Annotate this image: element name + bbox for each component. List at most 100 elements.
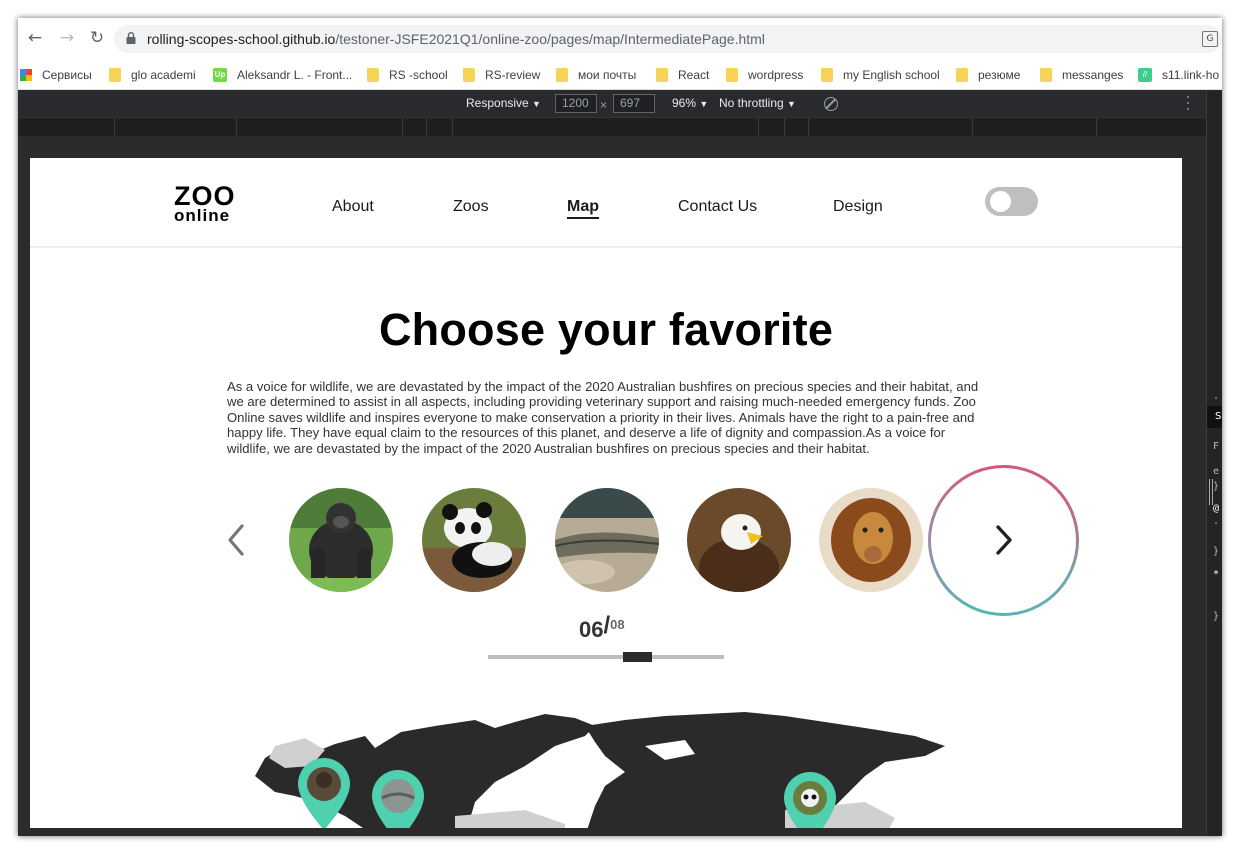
dropdown-caret-icon: ▼ (787, 99, 796, 109)
bookmark-label: wordpress (748, 68, 804, 82)
bookmark-mail[interactable]: мои почты (556, 66, 636, 84)
url-field[interactable]: rolling-scopes-school.github.io/testoner… (114, 25, 1222, 53)
logo-line-2: online (174, 206, 231, 226)
bookmark-label: мои почты (578, 68, 637, 82)
devtools-side-panel: S . F e } @ . } * } (1206, 91, 1222, 836)
folder-icon (1040, 67, 1052, 82)
folder-icon (821, 67, 833, 82)
animal-card-lion[interactable] (819, 488, 923, 592)
bookmark-label: резюме (978, 68, 1021, 82)
bookmark-label: RS -school (389, 68, 448, 82)
media-query-ruler (18, 117, 1206, 137)
nav-zoos[interactable]: Zoos (453, 198, 489, 216)
page-title: Choose your favorite (378, 304, 834, 355)
apps-grid-icon (20, 68, 32, 81)
slide-range[interactable] (488, 652, 724, 662)
folder-icon (726, 67, 738, 82)
bookmark-label: React (678, 68, 710, 82)
gorilla-image (289, 488, 393, 592)
ruler-divider (402, 118, 403, 137)
throttling-select[interactable]: No throttling ▼ (719, 96, 796, 110)
lion-image (819, 488, 923, 592)
url-host: rolling-scopes-school.github.io (147, 31, 336, 47)
url-path: /testoner-JSFE2021Q1/online-zoo/pages/ma… (335, 31, 765, 47)
height-input[interactable]: 697 (613, 94, 655, 113)
ruler-divider (784, 118, 785, 137)
width-input[interactable]: 1200 (555, 94, 597, 113)
devtools-text: @ (1213, 503, 1220, 514)
dimension-times: × (600, 98, 608, 112)
map-pin-gorilla[interactable] (296, 756, 352, 828)
bookmark-wordpress[interactable]: wordpress (726, 66, 803, 84)
bookmark-glo-academi[interactable]: glo academi (109, 66, 196, 84)
devtools-tab[interactable]: S (1207, 406, 1222, 428)
theme-toggle[interactable] (985, 187, 1038, 216)
nav-about[interactable]: About (332, 198, 374, 216)
back-arrow-icon[interactable]: ← (24, 27, 46, 49)
bookmark-label: my English school (843, 68, 940, 82)
site-header: ZOO online About Zoos Map Contact Us Des… (30, 158, 1182, 248)
bookmark-label: glo academi (131, 68, 196, 82)
rotate-icon[interactable] (824, 97, 838, 111)
devtools-text: e (1213, 466, 1220, 477)
translate-icon[interactable]: G (1202, 31, 1218, 47)
bookmark-aleksandr[interactable]: Up Aleksandr L. - Front... (213, 66, 352, 84)
animal-card-gorilla[interactable] (289, 488, 393, 592)
more-options-icon[interactable]: · · · (1185, 91, 1191, 117)
range-thumb[interactable] (623, 652, 652, 662)
intro-paragraph: As a voice for wildlife, we are devastat… (227, 379, 979, 456)
nav-design[interactable]: Design (833, 198, 883, 216)
bookmark-react[interactable]: React (656, 66, 709, 84)
ruler-divider (236, 118, 237, 137)
zoom-label: 96% (672, 96, 697, 110)
devtools-text: * (1213, 569, 1220, 580)
chevron-left-icon[interactable] (226, 522, 246, 558)
bookmark-services[interactable]: Сервисы (20, 66, 92, 84)
bookmark-messanges[interactable]: messanges (1040, 66, 1123, 84)
bookmark-resume[interactable]: резюме (956, 66, 1020, 84)
bookmark-label: RS-review (485, 68, 541, 82)
dropdown-caret-icon: ▼ (532, 99, 541, 109)
link-icon: // (1138, 67, 1152, 82)
viewport-backdrop (18, 136, 1206, 158)
devtools-text: . (1213, 391, 1220, 402)
bookmark-rs-review[interactable]: RS-review (463, 66, 540, 84)
bookmark-label: Сервисы (42, 68, 92, 82)
ruler-divider (808, 118, 809, 137)
bookmarks-bar: Сервисы glo academi Up Aleksandr L. - Fro… (18, 60, 1222, 90)
alligator-image (555, 488, 659, 592)
map-pin-alligator[interactable] (370, 768, 426, 828)
slide-counter: 06/08 (579, 612, 625, 644)
ruler-divider (114, 118, 115, 137)
devtools-text: } (1213, 611, 1220, 622)
nav-map[interactable]: Map (567, 198, 599, 219)
bookmark-english-school[interactable]: my English school (821, 66, 940, 84)
devtools-text: F (1213, 441, 1220, 452)
bookmark-label: s11.link-ho (1162, 68, 1220, 82)
ruler-divider (452, 118, 453, 137)
animal-card-eagle[interactable] (687, 488, 791, 592)
devtools-text: } (1213, 481, 1220, 492)
forward-arrow-icon[interactable]: → (56, 27, 78, 49)
animal-card-alligator[interactable] (555, 488, 659, 592)
browser-window: ← → ↻ rolling-scopes-school.github.io/te… (18, 18, 1222, 836)
lock-icon (126, 32, 136, 44)
device-toolbar: Responsive ▼ 1200 × 697 96% ▼ No throttl… (18, 91, 1206, 117)
device-label: Responsive (466, 96, 529, 110)
zoo-online-logo[interactable]: ZOO online (174, 182, 236, 226)
bookmark-label: Aleksandr L. - Front... (237, 68, 353, 82)
map-pin-panda[interactable] (782, 770, 838, 828)
reload-icon[interactable]: ↻ (86, 27, 108, 49)
animal-card-panda[interactable] (422, 488, 526, 592)
counter-total: 08 (610, 617, 625, 632)
nav-contact-us[interactable]: Contact Us (678, 198, 757, 216)
chevron-right-icon[interactable] (993, 523, 1015, 557)
zoom-select[interactable]: 96% ▼ (672, 96, 708, 110)
address-bar: ← → ↻ rolling-scopes-school.github.io/te… (18, 18, 1222, 60)
bookmark-rs-school[interactable]: RS -school (367, 66, 448, 84)
upwork-icon: Up (213, 67, 227, 82)
bookmark-s11-link[interactable]: // s11.link-ho (1138, 66, 1219, 84)
toggle-knob (990, 191, 1011, 212)
eagle-image (687, 488, 791, 592)
device-select[interactable]: Responsive ▼ (466, 96, 541, 110)
